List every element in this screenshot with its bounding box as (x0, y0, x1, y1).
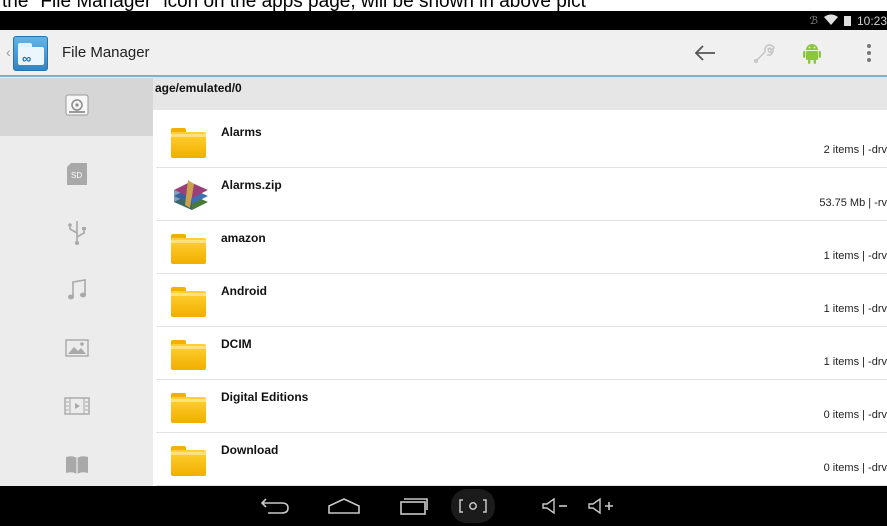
file-manager-app-icon[interactable]: ∞ (13, 36, 48, 71)
app-title: File Manager (62, 44, 150, 61)
volume-up-icon[interactable] (585, 494, 619, 518)
file-meta: 1 items | -drv (823, 356, 887, 368)
status-time: 10:23 (856, 13, 887, 28)
file-name: amazon (221, 231, 266, 245)
storage-icon (64, 92, 90, 123)
sidebar-item-videos[interactable] (0, 379, 153, 437)
file-meta: 0 items | -drv (823, 462, 887, 474)
folder-icon (170, 443, 210, 476)
archive-icon (170, 178, 210, 210)
svg-text:SD: SD (71, 171, 82, 180)
page-caption: the "File Manager" icon on the apps page… (0, 0, 887, 11)
recents-nav-icon[interactable] (397, 494, 431, 518)
file-name: Digital Editions (221, 390, 309, 404)
sidebar-item-internal-storage[interactable] (0, 78, 153, 136)
film-icon (63, 396, 90, 421)
usb-icon (66, 219, 88, 250)
folder-icon (170, 231, 210, 264)
list-item[interactable]: Alarms 2 items | -drv (156, 115, 887, 168)
file-list: Alarms 2 items | -drv Alarms.zip 53.75 M… (153, 115, 887, 486)
list-item[interactable]: Android 1 items | -drv (156, 274, 887, 327)
sidebar-item-music[interactable] (0, 263, 153, 321)
caption-text: the "File Manager" icon on the apps page… (2, 0, 586, 11)
file-meta: 1 items | -drv (823, 250, 887, 262)
music-icon (66, 278, 88, 307)
picture-icon (64, 338, 89, 363)
file-meta: 1 items | -drv (823, 303, 887, 315)
list-item[interactable]: Digital Editions 0 items | -drv (156, 380, 887, 433)
home-nav-icon[interactable] (327, 494, 361, 518)
file-name: Alarms.zip (221, 178, 282, 192)
overflow-menu-icon[interactable] (851, 38, 887, 68)
back-nav-icon[interactable] (258, 494, 292, 518)
screenshot-nav-icon[interactable] (451, 489, 495, 523)
folder-icon (170, 125, 210, 158)
navigation-bar (0, 486, 887, 526)
file-name: Android (221, 284, 267, 298)
current-path: age/emulated/0 (155, 81, 242, 95)
sidebar-item-usb[interactable] (0, 205, 153, 263)
folder-icon (170, 284, 210, 317)
file-name: DCIM (221, 337, 252, 351)
list-item[interactable]: Download 0 items | -drv (156, 433, 887, 486)
status-bar: ℬ 10:23 (0, 11, 887, 30)
battery-icon (843, 15, 851, 26)
sidebar-item-pictures[interactable] (0, 321, 153, 379)
wrench-icon[interactable] (746, 38, 782, 68)
up-caret-icon[interactable]: ‹ (6, 44, 11, 60)
wifi-icon (823, 14, 838, 28)
file-meta: 53.75 Mb | -rv (819, 197, 887, 209)
sidebar: SD (0, 77, 153, 486)
sidebar-item-sd-card[interactable]: SD (0, 147, 153, 205)
folder-icon (170, 337, 210, 370)
folder-icon (170, 390, 210, 423)
path-bar: age/emulated/0 (153, 77, 887, 110)
action-bar: ‹ ∞ File Manager (0, 30, 887, 77)
book-icon (64, 453, 90, 480)
bluetooth-icon: ℬ (809, 15, 818, 27)
sd-card-icon: SD (65, 162, 89, 190)
list-item[interactable]: Alarms.zip 53.75 Mb | -rv (156, 168, 887, 221)
file-meta: 0 items | -drv (823, 409, 887, 421)
back-arrow-icon[interactable] (687, 38, 723, 68)
list-item[interactable]: DCIM 1 items | -drv (156, 327, 887, 380)
list-item[interactable]: amazon 1 items | -drv (156, 221, 887, 274)
file-name: Alarms (221, 125, 262, 139)
volume-down-icon[interactable] (539, 494, 573, 518)
android-icon[interactable] (794, 38, 830, 68)
file-name: Download (221, 443, 279, 457)
file-meta: 2 items | -drv (823, 144, 887, 156)
